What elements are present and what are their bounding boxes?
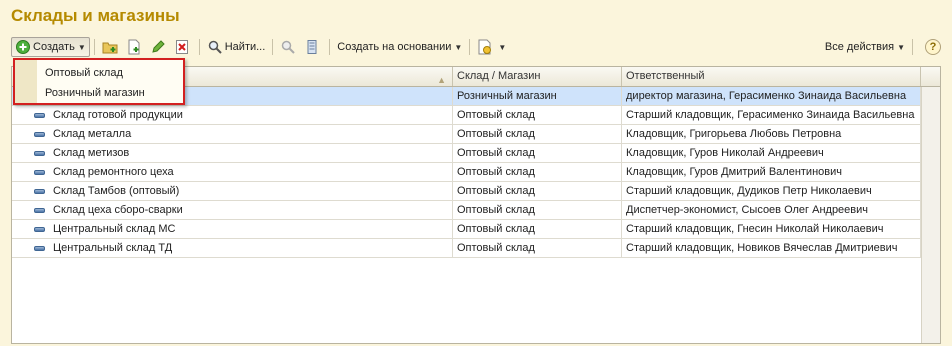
sort-ascending-icon: ▲ — [437, 75, 446, 85]
vertical-scrollbar[interactable] — [921, 87, 940, 343]
edit-button[interactable] — [147, 37, 171, 57]
table-row[interactable]: Склад готовой продукции Оптовый склад Стар… — [12, 106, 940, 125]
pencil-icon — [150, 39, 166, 55]
cell-name-text: Центральный склад ТД — [53, 242, 173, 254]
menu-item-retail-store[interactable]: Розничный магазин — [37, 83, 183, 103]
help-button[interactable]: ? — [925, 39, 941, 55]
add-circle-icon — [15, 39, 31, 55]
catalog-item-icon — [34, 207, 45, 213]
create-folder-button[interactable] — [99, 37, 123, 57]
cell-type: Оптовый склад — [453, 106, 622, 124]
cell-name-text: Склад ремонтного цеха — [53, 166, 174, 178]
toolbar-divider — [329, 39, 331, 55]
cell-responsible: Кладовщик, Гуров Николай Андреевич — [622, 144, 921, 162]
table-row[interactable]: Центральный склад МС Оптовый склад Старший… — [12, 220, 940, 239]
toolbar-divider — [272, 39, 274, 55]
catalog-item-icon — [34, 245, 45, 251]
reports-button[interactable]: ▼ — [474, 37, 509, 57]
create-based-on-label: Создать на основании — [337, 41, 452, 53]
cell-responsible: Старший кладовщик, Гнесин Николай Никола… — [622, 220, 921, 238]
create-button-label: Создать — [33, 41, 75, 53]
chevron-down-icon: ▼ — [454, 42, 463, 52]
copy-button[interactable] — [123, 37, 147, 57]
create-dropdown-menu: Оптовый склад Розничный магазин — [13, 58, 185, 105]
report-icon — [477, 39, 493, 55]
cell-responsible: Кладовщик, Гуров Дмитрий Валентинович — [622, 163, 921, 181]
table-row[interactable]: Склад металла Оптовый склад Кладовщик, Гри… — [12, 125, 940, 144]
warehouses-table: ▲ Склад / Магазин Ответственный Розничны… — [11, 66, 941, 344]
cell-responsible: Диспетчер-экономист, Сысоев Олег Андреев… — [622, 201, 921, 219]
chevron-down-icon: ▼ — [498, 42, 507, 52]
catalog-item-icon — [34, 169, 45, 175]
page-title: Склады и магазины — [11, 6, 180, 25]
cell-name-text: Склад металла — [53, 128, 132, 140]
catalog-item-icon — [34, 226, 45, 232]
all-actions-button[interactable]: Все действия ▼ — [822, 37, 908, 57]
list-settings-button[interactable] — [301, 37, 325, 57]
catalog-item-icon — [34, 131, 45, 137]
cell-type: Оптовый склад — [453, 201, 622, 219]
cell-name: Склад металла — [12, 125, 453, 143]
cell-name: Склад метизов — [12, 144, 453, 162]
add-folder-icon — [102, 39, 118, 55]
cell-type: Оптовый склад — [453, 239, 622, 257]
cell-type: Оптовый склад — [453, 163, 622, 181]
toolbar-divider — [469, 39, 471, 55]
cell-type: Оптовый склад — [453, 220, 622, 238]
cell-name-text: Центральный склад МС — [53, 223, 176, 235]
table-body: Розничный магазин директор магазина, Гера… — [12, 87, 940, 258]
column-header-type[interactable]: Склад / Магазин — [453, 67, 622, 86]
catalog-item-icon — [34, 188, 45, 194]
search-icon — [207, 39, 223, 55]
column-header-responsible[interactable]: Ответственный — [622, 67, 921, 86]
table-row[interactable]: Склад цеха сборо-сварки Оптовый склад Дисп… — [12, 201, 940, 220]
chevron-down-icon: ▼ — [77, 42, 86, 52]
cell-responsible: Старший кладовщик, Новиков Вячеслав Дмит… — [622, 239, 921, 257]
create-based-on-button[interactable]: Создать на основании ▼ — [334, 37, 465, 57]
table-row[interactable]: Склад метизов Оптовый склад Кладовщик, Гур… — [12, 144, 940, 163]
cell-type: Оптовый склад — [453, 125, 622, 143]
toolbar-divider — [93, 39, 95, 55]
cell-name-text: Склад цеха сборо-сварки — [53, 204, 183, 216]
cell-name-text: Склад метизов — [53, 147, 130, 159]
cell-type: Оптовый склад — [453, 182, 622, 200]
toolbar-divider — [198, 39, 200, 55]
toolbar: Создать ▼ Найти... Создать на основании … — [11, 36, 941, 58]
cell-name: Склад ремонтного цеха — [12, 163, 453, 181]
catalog-item-icon — [34, 112, 45, 118]
cancel-search-button[interactable] — [277, 37, 301, 57]
cell-name-text: Склад готовой продукции — [53, 109, 183, 121]
cell-name: Склад Тамбов (оптовый) — [12, 182, 453, 200]
cell-name-text: Склад Тамбов (оптовый) — [53, 185, 180, 197]
cell-responsible: Старший кладовщик, Герасименко Зинаида В… — [622, 106, 921, 124]
list-icon — [304, 39, 320, 55]
cell-responsible: Кладовщик, Григорьева Любовь Петровна — [622, 125, 921, 143]
create-button[interactable]: Создать ▼ — [11, 37, 90, 57]
cell-type: Розничный магазин — [453, 87, 622, 105]
toolbar-divider — [912, 39, 913, 55]
copy-document-icon — [126, 39, 142, 55]
column-header-spacer — [921, 67, 940, 86]
cell-name: Центральный склад ТД — [12, 239, 453, 257]
menu-item-wholesale-warehouse[interactable]: Оптовый склад — [37, 63, 183, 83]
cell-responsible: Старший кладовщик, Дудиков Петр Николаев… — [622, 182, 921, 200]
cell-name: Склад готовой продукции — [12, 106, 453, 124]
delete-button[interactable] — [171, 37, 195, 57]
cell-name: Центральный склад МС — [12, 220, 453, 238]
cell-responsible: директор магазина, Герасименко Зинаида В… — [622, 87, 921, 105]
table-row[interactable]: Центральный склад ТД Оптовый склад Старший… — [12, 239, 940, 258]
find-button-label: Найти... — [224, 41, 266, 53]
catalog-item-icon — [34, 150, 45, 156]
find-button[interactable]: Найти... — [204, 37, 269, 57]
chevron-down-icon: ▼ — [897, 42, 905, 52]
cell-type: Оптовый склад — [453, 144, 622, 162]
cancel-search-icon — [280, 39, 296, 55]
cell-name: Склад цеха сборо-сварки — [12, 201, 453, 219]
all-actions-label: Все действия — [824, 41, 895, 53]
table-row[interactable]: Склад Тамбов (оптовый) Оптовый склад Старш… — [12, 182, 940, 201]
table-row[interactable]: Склад ремонтного цеха Оптовый склад Кладов… — [12, 163, 940, 182]
delete-icon — [174, 39, 190, 55]
menu-gutter — [15, 60, 37, 103]
